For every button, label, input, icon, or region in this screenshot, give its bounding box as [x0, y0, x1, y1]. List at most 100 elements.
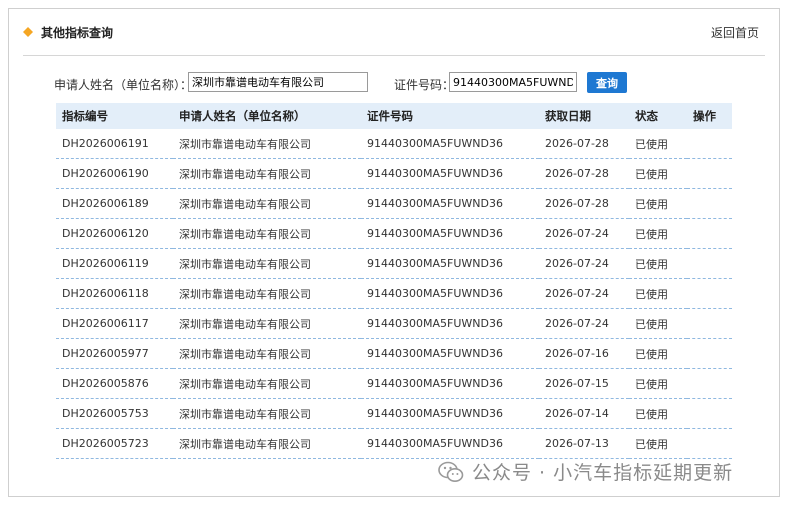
watermark: 公众号 · 小汽车指标延期更新 [438, 458, 733, 485]
actions-cell[interactable] [687, 398, 732, 429]
quota-number-cell: DH2026005723 [56, 428, 173, 459]
obtained-date-cell: 2026-07-15 [539, 368, 629, 399]
table-row: DH2026006117 深圳市靠谱电动车有限公司 91440300MA5FUWND… [56, 308, 732, 339]
table-row: DH2026006118 深圳市靠谱电动车有限公司 91440300MA5FUWND… [56, 278, 732, 309]
table-row: DH2026005723 深圳市靠谱电动车有限公司 91440300MA5FUWND… [56, 428, 732, 459]
table-row: DH2026006190 深圳市靠谱电动车有限公司 91440300MA5FUWND… [56, 158, 732, 189]
table-row: DH2026006189 深圳市靠谱电动车有限公司 91440300MA5FUWND… [56, 188, 732, 219]
id-number-cell: 91440300MA5FUWND36 [361, 188, 539, 219]
status-cell: 已使用 [629, 338, 687, 369]
id-number-cell: 91440300MA5FUWND36 [361, 218, 539, 249]
title-bar: 其他指标查询 返回首页 [9, 9, 779, 55]
back-to-home-link[interactable]: 返回首页 [711, 24, 759, 41]
id-number-cell: 91440300MA5FUWND36 [361, 158, 539, 189]
quota-number-cell: DH2026006190 [56, 158, 173, 189]
status-cell: 已使用 [629, 129, 687, 159]
obtained-date-cell: 2026-07-28 [539, 129, 629, 159]
col-quota-number-header: 指标编号 [56, 103, 173, 129]
actions-cell[interactable] [687, 338, 732, 369]
status-cell: 已使用 [629, 218, 687, 249]
actions-cell[interactable] [687, 188, 732, 219]
quota-number-cell: DH2026006120 [56, 218, 173, 249]
obtained-date-cell: 2026-07-24 [539, 218, 629, 249]
applicant-name-cell: 深圳市靠谱电动车有限公司 [173, 308, 361, 339]
applicant-name-cell: 深圳市靠谱电动车有限公司 [173, 188, 361, 219]
id-number-cell: 91440300MA5FUWND36 [361, 398, 539, 429]
applicant-name-input[interactable] [188, 72, 368, 92]
table-row: DH2026006191 深圳市靠谱电动车有限公司 91440300MA5FUWND… [56, 129, 732, 159]
col-status-header: 状态 [629, 103, 687, 129]
id-number-input[interactable] [449, 72, 577, 92]
id-number-cell: 91440300MA5FUWND36 [361, 129, 539, 159]
col-actions-header: 操作 [687, 103, 732, 129]
id-number-label: 证件号码： [394, 78, 455, 92]
applicant-name-cell: 深圳市靠谱电动车有限公司 [173, 278, 361, 309]
obtained-date-cell: 2026-07-13 [539, 428, 629, 459]
status-cell: 已使用 [629, 308, 687, 339]
actions-cell[interactable] [687, 218, 732, 249]
table-body: DH2026006191 深圳市靠谱电动车有限公司 91440300MA5FUWND… [56, 129, 732, 459]
status-cell: 已使用 [629, 278, 687, 309]
obtained-date-cell: 2026-07-24 [539, 248, 629, 279]
quota-number-cell: DH2026006118 [56, 278, 173, 309]
table-row: DH2026005977 深圳市靠谱电动车有限公司 91440300MA5FUWND… [56, 338, 732, 369]
status-cell: 已使用 [629, 428, 687, 459]
applicant-name-cell: 深圳市靠谱电动车有限公司 [173, 428, 361, 459]
obtained-date-cell: 2026-07-24 [539, 308, 629, 339]
status-cell: 已使用 [629, 188, 687, 219]
quota-number-cell: DH2026006119 [56, 248, 173, 279]
applicant-name-cell: 深圳市靠谱电动车有限公司 [173, 158, 361, 189]
quota-number-cell: DH2026006117 [56, 308, 173, 339]
quota-number-cell: DH2026005753 [56, 398, 173, 429]
applicant-name-cell: 深圳市靠谱电动车有限公司 [173, 248, 361, 279]
id-number-cell: 91440300MA5FUWND36 [361, 338, 539, 369]
id-number-cell: 91440300MA5FUWND36 [361, 278, 539, 309]
actions-cell[interactable] [687, 428, 732, 459]
id-number-cell: 91440300MA5FUWND36 [361, 308, 539, 339]
status-cell: 已使用 [629, 158, 687, 189]
obtained-date-cell: 2026-07-28 [539, 188, 629, 219]
col-applicant-name-header: 申请人姓名（单位名称） [173, 103, 361, 129]
status-cell: 已使用 [629, 368, 687, 399]
applicant-name-cell: 深圳市靠谱电动车有限公司 [173, 338, 361, 369]
table-row: DH2026005876 深圳市靠谱电动车有限公司 91440300MA5FUWND… [56, 368, 732, 399]
actions-cell[interactable] [687, 129, 732, 159]
applicant-name-label: 申请人姓名（单位名称）： [54, 78, 193, 92]
table-row: DH2026006119 深圳市靠谱电动车有限公司 91440300MA5FUWND… [56, 248, 732, 279]
obtained-date-cell: 2026-07-28 [539, 158, 629, 189]
search-form: 申请人姓名（单位名称）： 证件号码： 查询 [54, 72, 774, 94]
obtained-date-cell: 2026-07-14 [539, 398, 629, 429]
id-number-cell: 91440300MA5FUWND36 [361, 368, 539, 399]
watermark-text: 公众号 · 小汽车指标延期更新 [472, 462, 734, 484]
quota-number-cell: DH2026005876 [56, 368, 173, 399]
applicant-name-cell: 深圳市靠谱电动车有限公司 [173, 218, 361, 249]
actions-cell[interactable] [687, 248, 732, 279]
quota-number-cell: DH2026006191 [56, 129, 173, 159]
wechat-icon [438, 461, 464, 482]
actions-cell[interactable] [687, 308, 732, 339]
col-obtained-date-header: 获取日期 [539, 103, 629, 129]
table-row: DH2026005753 深圳市靠谱电动车有限公司 91440300MA5FUWND… [56, 398, 732, 429]
col-id-number-header: 证件号码 [361, 103, 539, 129]
applicant-name-cell: 深圳市靠谱电动车有限公司 [173, 368, 361, 399]
diamond-arrow-icon [23, 27, 33, 37]
table-header-row: 指标编号 申请人姓名（单位名称） 证件号码 获取日期 状态 操作 [56, 103, 732, 129]
title-divider [23, 55, 765, 56]
applicant-name-cell: 深圳市靠谱电动车有限公司 [173, 398, 361, 429]
quota-table: 指标编号 申请人姓名（单位名称） 证件号码 获取日期 状态 操作 DH2026006191… [56, 103, 732, 459]
quota-number-cell: DH2026006189 [56, 188, 173, 219]
applicant-name-cell: 深圳市靠谱电动车有限公司 [173, 129, 361, 159]
actions-cell[interactable] [687, 278, 732, 309]
obtained-date-cell: 2026-07-16 [539, 338, 629, 369]
obtained-date-cell: 2026-07-24 [539, 278, 629, 309]
table-row: DH2026006120 深圳市靠谱电动车有限公司 91440300MA5FUWND… [56, 218, 732, 249]
id-number-cell: 91440300MA5FUWND36 [361, 248, 539, 279]
actions-cell[interactable] [687, 368, 732, 399]
id-number-cell: 91440300MA5FUWND36 [361, 428, 539, 459]
actions-cell[interactable] [687, 158, 732, 189]
query-button[interactable]: 查询 [587, 72, 627, 93]
page-title: 其他指标查询 [41, 26, 114, 40]
query-panel: 其他指标查询 返回首页 申请人姓名（单位名称）： 证件号码： 查询 指标编号申请… [8, 8, 780, 497]
status-cell: 已使用 [629, 248, 687, 279]
status-cell: 已使用 [629, 398, 687, 429]
